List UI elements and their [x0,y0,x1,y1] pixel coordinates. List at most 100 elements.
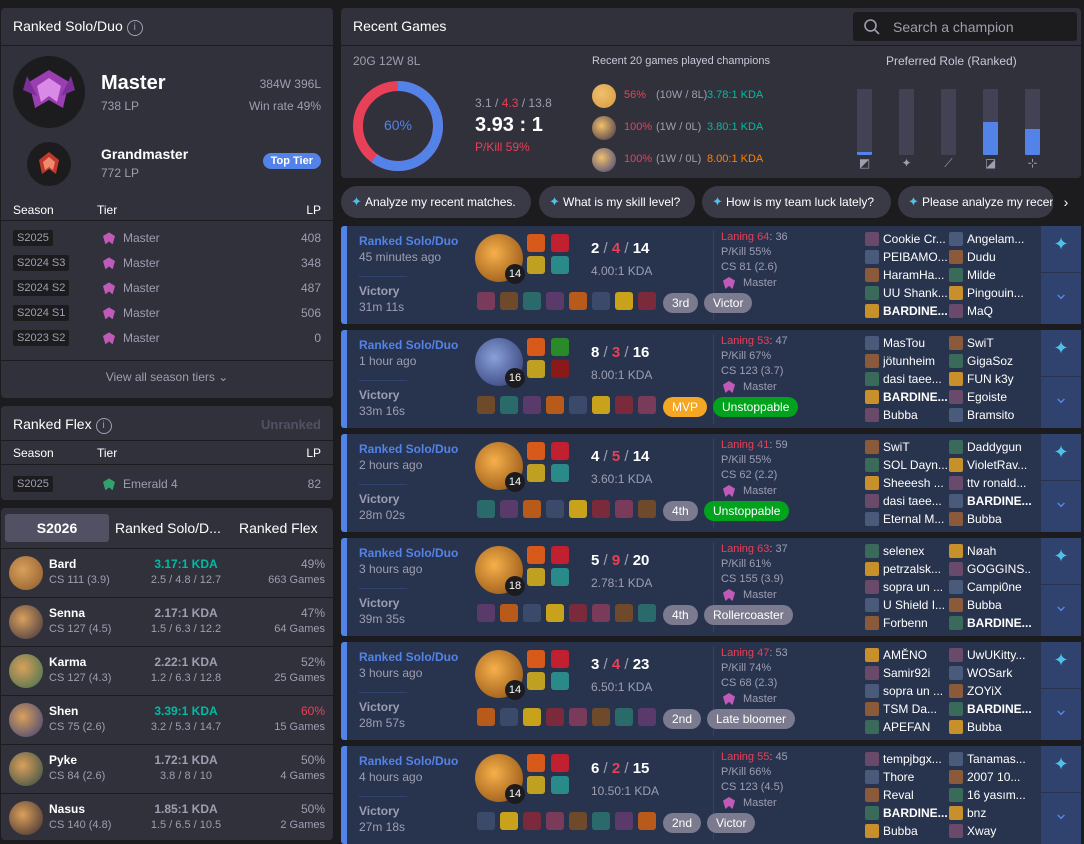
expand-match-button[interactable]: ⌄ [1041,480,1081,532]
suggestion-chip[interactable]: Please analyze my recent [898,186,1054,218]
ai-analyze-icon[interactable]: ✦ [1041,754,1081,775]
player-name[interactable]: BARDINE... [883,806,947,820]
player-name[interactable]: Reval [883,788,947,802]
match-card[interactable]: Ranked Solo/Duo 2 hours ago Victory 28m 02s… [341,434,1081,532]
player-name[interactable]: jötunheim [883,354,947,368]
tab-ranked-flex[interactable]: Ranked Flex [239,520,318,536]
player-name[interactable]: GigaSoz [967,354,1031,368]
player-name[interactable]: Egoiste [967,390,1031,404]
player-name[interactable]: SwiT [967,336,1031,350]
player-name[interactable]: 2007 10... [967,770,1031,784]
ai-analyze-icon[interactable]: ✦ [1041,442,1081,463]
player-name[interactable]: Milde [967,268,1031,282]
player-name[interactable]: BARDINE... [967,494,1031,508]
player-name[interactable]: VioletRav... [967,458,1031,472]
time-ago: 4 hours ago [359,770,423,784]
player-name[interactable]: Samir92i [883,666,947,680]
player-name[interactable]: BARDINE... [883,304,947,318]
expand-match-button[interactable]: ⌄ [1041,376,1081,428]
champion-row[interactable]: Bard CS 111 (3.9) 3.17:1 KDA 2.5 / 4.8 / 12… [1,548,333,596]
player-name[interactable]: MaQ [967,304,1031,318]
player-name[interactable]: Nøah [967,544,1031,558]
player-name[interactable]: Dudu [967,250,1031,264]
player-name[interactable]: Sheeesh ... [883,476,947,490]
info-icon[interactable]: i [95,418,112,434]
player-name[interactable]: sopra un ... [883,580,947,594]
player-name[interactable]: U Shield I... [883,598,947,612]
player-name[interactable]: Campi0ne [967,580,1031,594]
ai-analyze-icon[interactable]: ✦ [1041,234,1081,255]
expand-match-button[interactable]: ⌄ [1041,688,1081,740]
tab-ranked-solo[interactable]: Ranked Solo/D... [115,520,223,536]
player-name[interactable]: ttv ronald... [967,476,1031,490]
player-name[interactable]: Xway [967,824,1031,838]
player-name[interactable]: Pingouin... [967,286,1031,300]
player-name[interactable]: BARDINE... [967,702,1031,716]
search-input[interactable]: Search a champion [853,12,1077,41]
match-card[interactable]: Ranked Solo/Duo 45 minutes ago Victory 31m … [341,226,1081,324]
suggestion-chip[interactable]: How is my team luck lately? [702,186,891,218]
player-name[interactable]: APEFAN [883,720,947,734]
match-card[interactable]: Ranked Solo/Duo 3 hours ago Victory 39m 35s… [341,538,1081,636]
player-name[interactable]: WOSark [967,666,1031,680]
player-name[interactable]: UwUKitty... [967,648,1031,662]
champion-row[interactable]: Nasus CS 140 (4.8) 1.85:1 KDA 1.5 / 6.5 / 1… [1,793,333,841]
tab-s2026[interactable]: S2026 [5,514,109,542]
ai-analyze-icon[interactable]: ✦ [1041,546,1081,567]
player-name[interactable]: bnz [967,806,1031,820]
expand-match-button[interactable]: ⌄ [1041,584,1081,636]
champion-row[interactable]: Senna CS 127 (4.5) 2.17:1 KDA 1.5 / 6.3 / 1… [1,597,333,645]
player-name[interactable]: ZOYiX [967,684,1031,698]
player-name[interactable]: SOL Dayn... [883,458,947,472]
player-name[interactable]: Angelam... [967,232,1031,246]
player-name[interactable]: dasi taee... [883,372,947,386]
suggestion-chip[interactable]: Analyze my recent matches. [341,186,531,218]
expand-match-button[interactable]: ⌄ [1041,272,1081,324]
player-name[interactable]: Bramsito [967,408,1031,422]
suggestions-next-button[interactable]: › [1053,186,1079,218]
player-name[interactable]: Forbenn [883,616,947,630]
player-name[interactable]: Cookie Cr... [883,232,947,246]
player-name[interactable]: Bubba [883,824,947,838]
player-name[interactable]: Bubba [967,598,1031,612]
player-name[interactable]: BARDINE... [967,616,1031,630]
expand-match-button[interactable]: ⌄ [1041,792,1081,844]
item-icon [546,292,564,310]
champion-row[interactable]: Pyke CS 84 (2.6) 1.72:1 KDA 3.8 / 8 / 10 50%… [1,744,333,792]
player-name[interactable]: Bubba [967,512,1031,526]
player-name[interactable]: tempjbgx... [883,752,947,766]
player-name[interactable]: SwiT [883,440,947,454]
player-name[interactable]: TSM Da... [883,702,947,716]
player-name[interactable]: AMĚNO [883,648,947,662]
champion-row[interactable]: Shen CS 75 (2.6) 3.39:1 KDA 3.2 / 5.3 / 14.… [1,695,333,743]
player-name[interactable]: Bubba [883,408,947,422]
player-name[interactable]: sopra un ... [883,684,947,698]
match-card[interactable]: Ranked Solo/Duo 3 hours ago Victory 28m 57s… [341,642,1081,740]
player-name[interactable]: FUN k3y [967,372,1031,386]
player-name[interactable]: Daddygun [967,440,1031,454]
player-name[interactable]: petrzalsk... [883,562,947,576]
player-name[interactable]: PEIBAMO... [883,250,947,264]
player-name[interactable]: selenex [883,544,947,558]
player-name[interactable]: Bubba [967,720,1031,734]
ai-analyze-icon[interactable]: ✦ [1041,650,1081,671]
suggestion-chip[interactable]: What is my skill level? [539,186,695,218]
player-name[interactable]: GOGGINS... [967,562,1031,576]
player-name[interactable]: Eternal M... [883,512,947,526]
player-name[interactable]: BARDINE... [883,390,947,404]
champion-row[interactable]: Karma CS 127 (4.3) 2.22:1 KDA 1.2 / 6.3 / 1… [1,646,333,694]
player-name[interactable]: 16 yasım... [967,788,1031,802]
view-all-seasons-button[interactable]: View all season tiers ⌄ [1,370,333,384]
match-card[interactable]: Ranked Solo/Duo 1 hour ago Victory 33m 16s 1… [341,330,1081,428]
ai-analyze-icon[interactable]: ✦ [1041,338,1081,359]
player-name[interactable]: Thore [883,770,947,784]
rune-secondary-icon [551,672,569,690]
info-icon[interactable]: i [126,20,143,36]
player-name[interactable]: dasi taee... [883,494,947,508]
season-chip: S2024 S2 [13,280,70,296]
player-name[interactable]: UU Shank... [883,286,947,300]
player-name[interactable]: HaramHa... [883,268,947,282]
player-name[interactable]: Tanamas... [967,752,1031,766]
player-name[interactable]: MasTou [883,336,947,350]
match-card[interactable]: Ranked Solo/Duo 4 hours ago Victory 27m 18s… [341,746,1081,844]
